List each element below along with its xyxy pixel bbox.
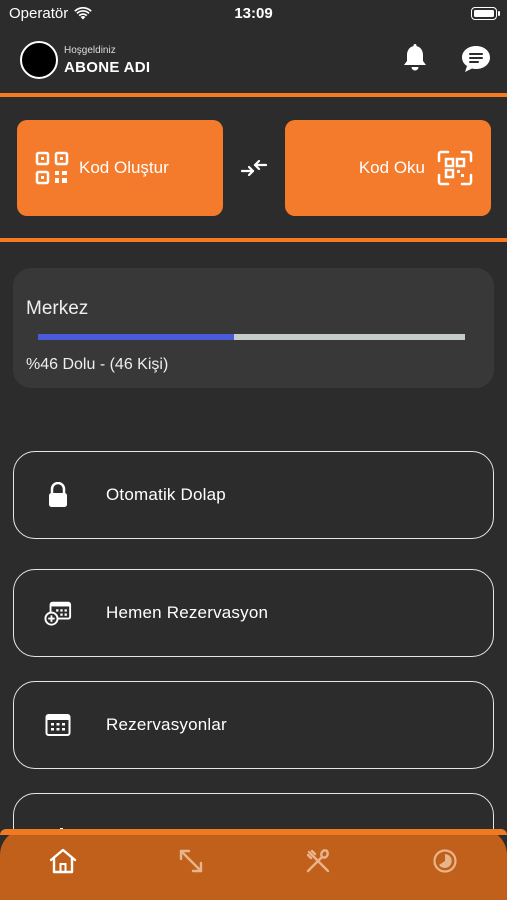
menu-item-label: Hemen Rezervasyon (106, 603, 269, 622)
occupancy-info: %46 Dolu - (46 Kişi) (26, 356, 169, 373)
calendar-icon (44, 711, 72, 739)
bottom-tab-bar (0, 829, 507, 900)
tab-home[interactable] (47, 845, 79, 877)
occupancy-progress-fill (38, 334, 235, 340)
swap-arrows-icon[interactable] (240, 157, 268, 179)
battery-icon (471, 7, 500, 20)
home-icon (49, 848, 77, 874)
chat-bubble-icon[interactable] (461, 45, 491, 73)
menu-item-label: Otomatik Dolap (106, 485, 226, 504)
read-code-button[interactable]: Kod Oku (285, 120, 491, 216)
create-code-button[interactable]: Kod Oluştur (17, 120, 223, 216)
bell-icon[interactable] (402, 44, 428, 72)
qr-code-icon (35, 151, 69, 185)
header-divider (0, 93, 507, 97)
menu-item-automatic-locker[interactable]: Otomatik Dolap (13, 451, 494, 539)
fork-knife-icon (306, 849, 330, 873)
app-header: Hoşgeldiniz ABONE ADI (0, 38, 507, 88)
status-time: 13:09 (234, 5, 273, 22)
status-bar: Operatör 13:09 (0, 0, 507, 28)
menu-item-label: Rezervasyonlar (106, 715, 227, 734)
tab-progress[interactable] (429, 845, 461, 877)
calendar-add-icon (44, 599, 72, 627)
avatar[interactable] (20, 41, 58, 79)
section-divider (0, 238, 507, 242)
menu-item-instant-reservation[interactable]: Hemen Rezervasyon (13, 569, 494, 657)
read-code-label: Kod Oku (358, 158, 425, 177)
create-code-label: Kod Oluştur (79, 158, 169, 177)
welcome-text: Hoşgeldiniz (64, 45, 116, 56)
menu-item-reservations[interactable]: Rezervasyonlar (13, 681, 494, 769)
qr-scan-icon (437, 150, 473, 186)
tab-food[interactable] (302, 845, 334, 877)
lock-icon (44, 481, 72, 509)
expand-arrows-icon (179, 849, 203, 873)
occupancy-progress-bar (38, 334, 465, 340)
location-name: Merkez (26, 298, 89, 319)
tab-expand[interactable] (175, 845, 207, 877)
occupancy-card: Merkez %46 Dolu - (46 Kişi) (13, 268, 494, 388)
username: ABONE ADI (64, 59, 151, 76)
progress-pie-icon (433, 849, 457, 873)
